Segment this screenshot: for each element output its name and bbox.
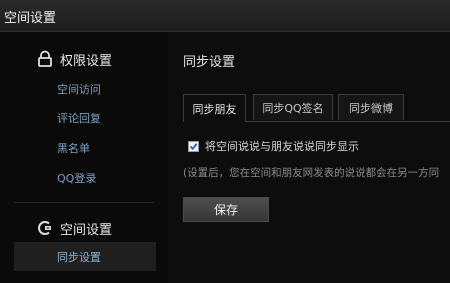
tab-sync-friends-label: 同步朋友 — [192, 102, 237, 116]
section-permissions: 权限设置 — [36, 49, 112, 69]
tab-sync-qq-signature[interactable]: 同步QQ签名 — [253, 94, 333, 120]
tab-sync-qq-signature-label: 同步QQ签名 — [262, 101, 324, 115]
sidebar-item-sync-settings-label: 同步设置 — [57, 251, 101, 264]
section-space-settings-label: 空间设置 — [60, 222, 113, 238]
lock-icon — [36, 50, 54, 68]
sidebar-item-blacklist[interactable]: 黑名单 — [57, 140, 90, 156]
window-title: 空间设置 — [4, 11, 57, 26]
sidebar: 权限设置 空间访问 评论回复 黑名单 QQ登录 空间设置 同步设置 — [0, 32, 168, 283]
tab-sync-weibo[interactable]: 同步微博 — [338, 94, 404, 120]
sync-checkbox[interactable] — [188, 140, 199, 152]
section-permissions-label: 权限设置 — [60, 53, 113, 69]
save-button-label: 保存 — [213, 203, 238, 217]
tab-bar: 同步朋友 同步QQ签名 同步微博 — [183, 94, 450, 122]
sidebar-item-space-access[interactable]: 空间访问 — [57, 81, 101, 97]
qzone-icon — [36, 219, 54, 237]
section-space-settings: 空间设置 — [36, 218, 112, 238]
sync-checkbox-label: 将空间说说与朋友说说同步显示 — [205, 140, 359, 153]
settings-window: 空间设置 权限设置 空间访问 评论回复 黑名单 QQ登录 空间设置 同步设置 同… — [0, 0, 450, 283]
title-bar: 空间设置 — [0, 0, 450, 32]
sidebar-item-qq-login[interactable]: QQ登录 — [57, 170, 96, 186]
sync-checkbox-row: 将空间说说与朋友说说同步显示 — [188, 138, 359, 154]
save-button[interactable]: 保存 — [183, 197, 269, 222]
sync-hint-text: (设置后，您在空间和朋友网发表的说说都会在另一方同 — [183, 167, 440, 179]
main-panel: 同步设置 同步朋友 同步QQ签名 同步微博 将空间说说与朋友说说同步显示 (设置… — [168, 32, 450, 283]
page-title: 同步设置 — [183, 55, 236, 70]
sidebar-item-sync-settings[interactable]: 同步设置 — [14, 242, 156, 271]
tab-sync-friends[interactable]: 同步朋友 — [183, 94, 246, 122]
sidebar-item-comment-reply[interactable]: 评论回复 — [57, 110, 101, 126]
sidebar-divider — [14, 202, 154, 203]
tab-sync-weibo-label: 同步微博 — [349, 101, 393, 115]
